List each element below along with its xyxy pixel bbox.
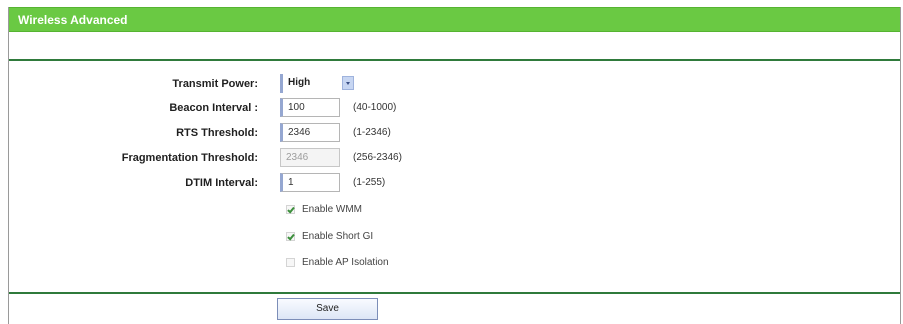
fragmentation-threshold-label: Fragmentation Threshold: [121,152,258,164]
dtim-interval-input[interactable] [280,173,340,192]
rts-threshold-input[interactable] [280,123,340,142]
enable-ap-isolation-label: Enable AP Isolation [302,257,389,268]
top-divider [9,59,900,61]
dtim-interval-row: DTIM Interval: (1-255) [9,173,900,194]
bottom-divider [9,292,900,294]
dtim-interval-range: (1-255) [353,177,386,188]
title-bar: Wireless Advanced [9,7,900,32]
chevron-down-icon[interactable] [342,76,354,90]
save-button[interactable]: Save [277,298,378,320]
page-title: Wireless Advanced [18,13,128,27]
transmit-power-label: Transmit Power: [172,78,258,90]
beacon-interval-input[interactable] [280,98,340,117]
transmit-power-row: Transmit Power: High [9,74,900,95]
enable-wmm-checkbox[interactable] [286,205,295,214]
enable-wmm-label: Enable WMM [302,204,363,215]
beacon-interval-range: (40-1000) [353,102,397,113]
rts-threshold-label: RTS Threshold: [176,127,258,139]
wireless-advanced-panel: Wireless Advanced Transmit Power: High B… [8,7,901,324]
enable-ap-isolation-checkbox[interactable] [286,258,295,267]
enable-short-gi-checkbox[interactable] [286,232,295,241]
rts-threshold-row: RTS Threshold: (1-2346) [9,123,900,144]
rts-threshold-range: (1-2346) [353,127,391,138]
transmit-power-select[interactable]: High [280,74,354,93]
fragmentation-threshold-row: Fragmentation Threshold: (256-2346) [9,148,900,169]
enable-short-gi-label: Enable Short GI [302,231,374,242]
transmit-power-value: High [288,77,311,88]
fragmentation-threshold-range: (256-2346) [353,152,402,163]
beacon-interval-label: Beacon Interval : [169,102,258,114]
fragmentation-threshold-input [280,148,340,167]
dtim-interval-label: DTIM Interval: [185,177,258,189]
beacon-interval-row: Beacon Interval : (40-1000) [9,98,900,119]
